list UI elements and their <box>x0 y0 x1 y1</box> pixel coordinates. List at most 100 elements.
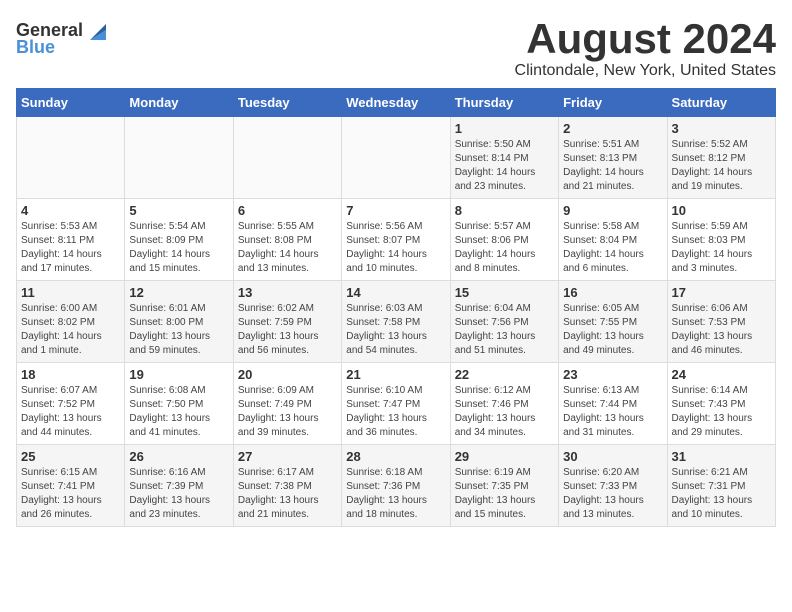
cell-content: Sunrise: 6:12 AM Sunset: 7:46 PM Dayligh… <box>455 384 554 440</box>
calendar-cell: 6Sunrise: 5:55 AM Sunset: 8:08 PM Daylig… <box>233 199 341 281</box>
day-number: 21 <box>346 367 445 382</box>
calendar-cell: 21 Sunrise: 6:10 AM Sunset: 7:47 PM Dayli… <box>342 363 450 445</box>
day-number: 5 <box>129 203 228 218</box>
cell-content: Sunrise: 6:15 AM Sunset: 7:41 PM Dayligh… <box>21 466 120 522</box>
day-number: 22 <box>455 367 554 382</box>
cell-content: Sunrise: 5:53 AM Sunset: 8:11 PM Dayligh… <box>21 220 120 276</box>
cell-content: Sunrise: 6:05 AM Sunset: 7:55 PM Dayligh… <box>563 302 662 358</box>
calendar-cell: 19Sunrise: 6:08 AM Sunset: 7:50 PM Dayli… <box>125 363 233 445</box>
day-number: 9 <box>563 203 662 218</box>
calendar-cell: 4 Sunrise: 5:53 AM Sunset: 8:11 PM Daylig… <box>17 199 125 281</box>
day-number: 30 <box>563 449 662 464</box>
day-number: 19 <box>129 367 228 382</box>
calendar-cell: 20 Sunrise: 6:09 AM Sunset: 7:49 PM Dayli… <box>233 363 341 445</box>
cell-content: Sunrise: 6:21 AM Sunset: 7:31 PM Dayligh… <box>672 466 771 522</box>
calendar-cell: 15 Sunrise: 6:04 AM Sunset: 7:56 PM Dayli… <box>450 281 558 363</box>
calendar-cell <box>125 117 233 199</box>
cell-content: Sunrise: 5:56 AM Sunset: 8:07 PM Dayligh… <box>346 220 445 276</box>
cell-content: Sunrise: 5:52 AM Sunset: 8:12 PM Dayligh… <box>672 138 771 194</box>
cell-content: Sunrise: 6:01 AM Sunset: 8:00 PM Dayligh… <box>129 302 228 358</box>
calendar-cell: 18Sunrise: 6:07 AM Sunset: 7:52 PM Dayli… <box>17 363 125 445</box>
title-area: August 2024 Clintondale, New York, Unite… <box>515 16 776 80</box>
calendar-week-row: 4 Sunrise: 5:53 AM Sunset: 8:11 PM Daylig… <box>17 199 776 281</box>
calendar-cell: 14 Sunrise: 6:03 AM Sunset: 7:58 PM Dayli… <box>342 281 450 363</box>
day-number: 10 <box>672 203 771 218</box>
cell-content: Sunrise: 6:04 AM Sunset: 7:56 PM Dayligh… <box>455 302 554 358</box>
calendar-header-row: SundayMondayTuesdayWednesdayThursdayFrid… <box>17 89 776 117</box>
day-number: 28 <box>346 449 445 464</box>
weekday-header: Tuesday <box>233 89 341 117</box>
cell-content: Sunrise: 6:17 AM Sunset: 7:38 PM Dayligh… <box>238 466 337 522</box>
day-number: 11 <box>21 285 120 300</box>
calendar-cell: 16 Sunrise: 6:05 AM Sunset: 7:55 PM Dayli… <box>559 281 667 363</box>
day-number: 26 <box>129 449 228 464</box>
calendar-cell: 12 Sunrise: 6:01 AM Sunset: 8:00 PM Dayli… <box>125 281 233 363</box>
calendar-cell: 25 Sunrise: 6:15 AM Sunset: 7:41 PM Dayli… <box>17 445 125 527</box>
calendar-cell: 7 Sunrise: 5:56 AM Sunset: 8:07 PM Daylig… <box>342 199 450 281</box>
day-number: 16 <box>563 285 662 300</box>
weekday-header: Thursday <box>450 89 558 117</box>
day-number: 23 <box>563 367 662 382</box>
cell-content: Sunrise: 6:16 AM Sunset: 7:39 PM Dayligh… <box>129 466 228 522</box>
calendar-cell: 17 Sunrise: 6:06 AM Sunset: 7:53 PM Dayli… <box>667 281 775 363</box>
cell-content: Sunrise: 5:58 AM Sunset: 8:04 PM Dayligh… <box>563 220 662 276</box>
day-number: 20 <box>238 367 337 382</box>
day-number: 29 <box>455 449 554 464</box>
calendar-cell <box>17 117 125 199</box>
day-number: 2 <box>563 121 662 136</box>
calendar-cell <box>233 117 341 199</box>
weekday-header: Saturday <box>667 89 775 117</box>
day-number: 31 <box>672 449 771 464</box>
cell-content: Sunrise: 5:50 AM Sunset: 8:14 PM Dayligh… <box>455 138 554 194</box>
cell-content: Sunrise: 5:55 AM Sunset: 8:08 PM Dayligh… <box>238 220 337 276</box>
calendar-cell: 5Sunrise: 5:54 AM Sunset: 8:09 PM Daylig… <box>125 199 233 281</box>
cell-content: Sunrise: 6:02 AM Sunset: 7:59 PM Dayligh… <box>238 302 337 358</box>
calendar-cell: 31 Sunrise: 6:21 AM Sunset: 7:31 PM Dayli… <box>667 445 775 527</box>
calendar-cell <box>342 117 450 199</box>
calendar-cell: 27 Sunrise: 6:17 AM Sunset: 7:38 PM Dayli… <box>233 445 341 527</box>
subtitle: Clintondale, New York, United States <box>515 62 776 80</box>
calendar-cell: 3 Sunrise: 5:52 AM Sunset: 8:12 PM Daylig… <box>667 117 775 199</box>
calendar-cell: 13Sunrise: 6:02 AM Sunset: 7:59 PM Dayli… <box>233 281 341 363</box>
day-number: 4 <box>21 203 120 218</box>
calendar-cell: 22 Sunrise: 6:12 AM Sunset: 7:46 PM Dayli… <box>450 363 558 445</box>
cell-content: Sunrise: 6:13 AM Sunset: 7:44 PM Dayligh… <box>563 384 662 440</box>
calendar-cell: 2Sunrise: 5:51 AM Sunset: 8:13 PM Daylig… <box>559 117 667 199</box>
calendar-cell: 28 Sunrise: 6:18 AM Sunset: 7:36 PM Dayli… <box>342 445 450 527</box>
calendar-cell: 10Sunrise: 5:59 AM Sunset: 8:03 PM Dayli… <box>667 199 775 281</box>
calendar-cell: 9 Sunrise: 5:58 AM Sunset: 8:04 PM Daylig… <box>559 199 667 281</box>
cell-content: Sunrise: 6:03 AM Sunset: 7:58 PM Dayligh… <box>346 302 445 358</box>
calendar-cell: 26 Sunrise: 6:16 AM Sunset: 7:39 PM Dayli… <box>125 445 233 527</box>
day-number: 12 <box>129 285 228 300</box>
cell-content: Sunrise: 6:14 AM Sunset: 7:43 PM Dayligh… <box>672 384 771 440</box>
cell-content: Sunrise: 5:57 AM Sunset: 8:06 PM Dayligh… <box>455 220 554 276</box>
cell-content: Sunrise: 6:09 AM Sunset: 7:49 PM Dayligh… <box>238 384 337 440</box>
day-number: 8 <box>455 203 554 218</box>
day-number: 17 <box>672 285 771 300</box>
day-number: 25 <box>21 449 120 464</box>
main-title: August 2024 <box>515 16 776 62</box>
calendar-week-row: 1Sunrise: 5:50 AM Sunset: 8:14 PM Daylig… <box>17 117 776 199</box>
cell-content: Sunrise: 6:07 AM Sunset: 7:52 PM Dayligh… <box>21 384 120 440</box>
cell-content: Sunrise: 6:06 AM Sunset: 7:53 PM Dayligh… <box>672 302 771 358</box>
calendar-cell: 11Sunrise: 6:00 AM Sunset: 8:02 PM Dayli… <box>17 281 125 363</box>
weekday-header: Monday <box>125 89 233 117</box>
day-number: 15 <box>455 285 554 300</box>
calendar-week-row: 11Sunrise: 6:00 AM Sunset: 8:02 PM Dayli… <box>17 281 776 363</box>
cell-content: Sunrise: 6:20 AM Sunset: 7:33 PM Dayligh… <box>563 466 662 522</box>
calendar-cell: 8 Sunrise: 5:57 AM Sunset: 8:06 PM Daylig… <box>450 199 558 281</box>
cell-content: Sunrise: 6:18 AM Sunset: 7:36 PM Dayligh… <box>346 466 445 522</box>
calendar-cell: 23 Sunrise: 6:13 AM Sunset: 7:44 PM Dayli… <box>559 363 667 445</box>
weekday-header: Sunday <box>17 89 125 117</box>
day-number: 3 <box>672 121 771 136</box>
calendar-week-row: 25 Sunrise: 6:15 AM Sunset: 7:41 PM Dayli… <box>17 445 776 527</box>
day-number: 27 <box>238 449 337 464</box>
day-number: 14 <box>346 285 445 300</box>
cell-content: Sunrise: 6:10 AM Sunset: 7:47 PM Dayligh… <box>346 384 445 440</box>
calendar-cell: 30 Sunrise: 6:20 AM Sunset: 7:33 PM Dayli… <box>559 445 667 527</box>
day-number: 24 <box>672 367 771 382</box>
calendar-cell: 1Sunrise: 5:50 AM Sunset: 8:14 PM Daylig… <box>450 117 558 199</box>
page-header: General Blue August 2024 Clintondale, Ne… <box>16 16 776 80</box>
weekday-header: Wednesday <box>342 89 450 117</box>
day-number: 7 <box>346 203 445 218</box>
